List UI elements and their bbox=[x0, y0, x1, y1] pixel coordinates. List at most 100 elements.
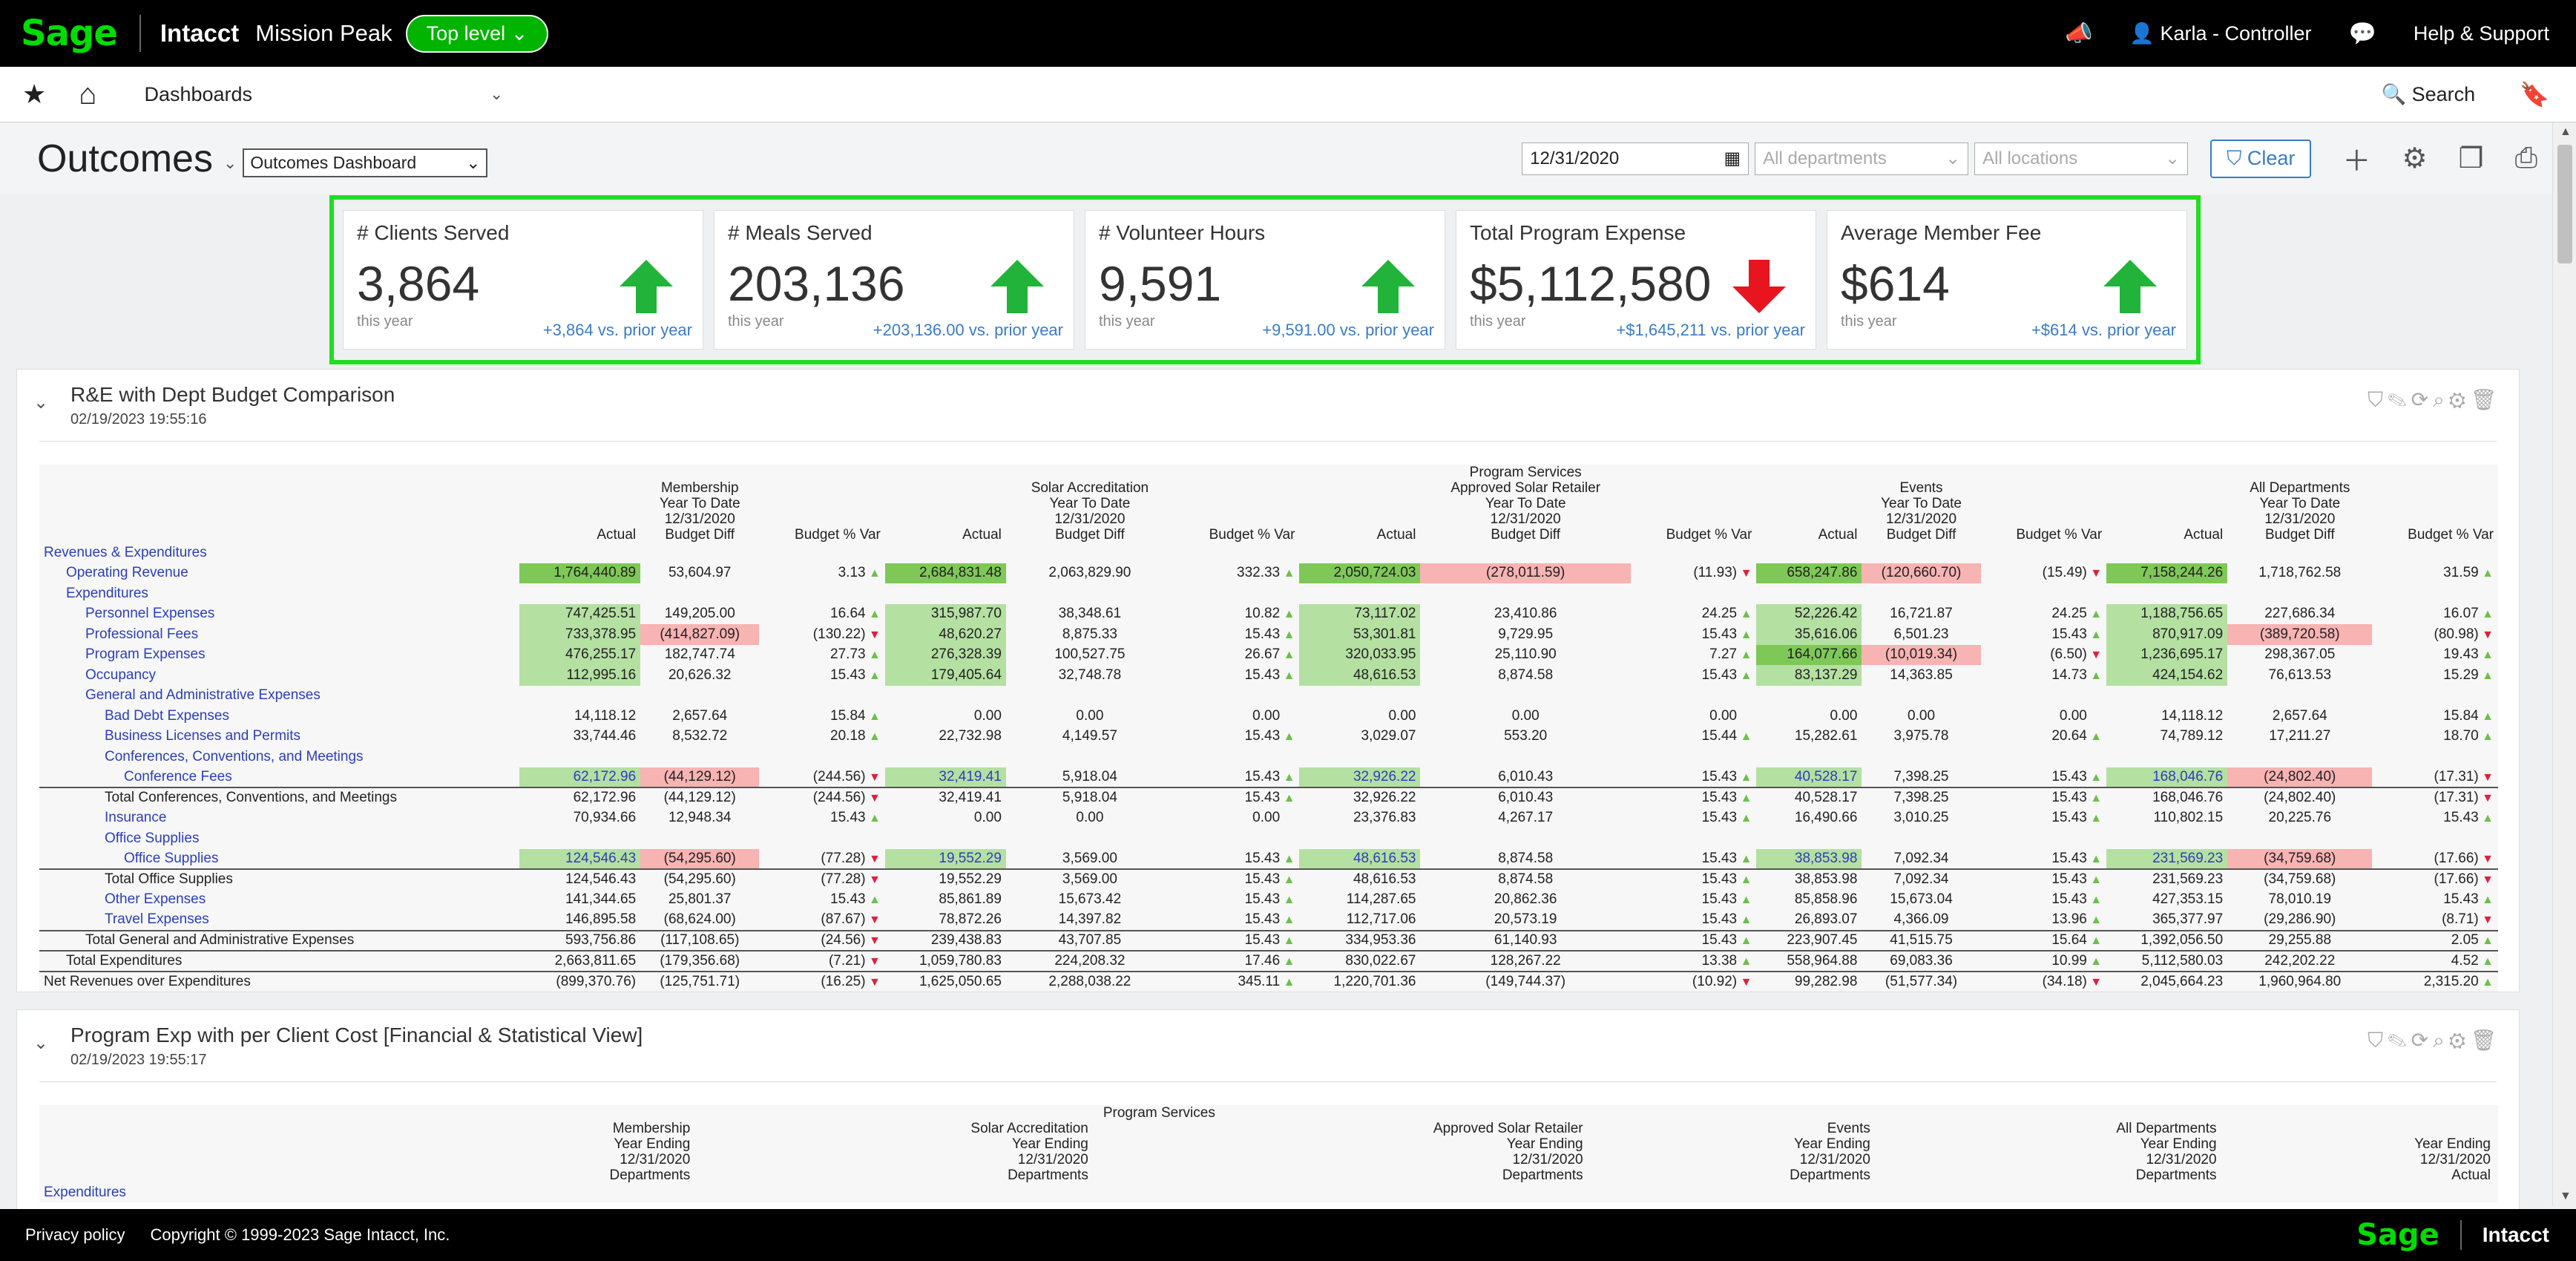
actual-cell[interactable] bbox=[1756, 686, 1862, 707]
row-label[interactable]: Total Conferences, Conventions, and Meet… bbox=[39, 787, 520, 808]
actual-cell[interactable]: 35,616.06 bbox=[1756, 624, 1862, 645]
budget-diff-cell[interactable]: 61,140.93 bbox=[1420, 929, 1631, 951]
actual-cell[interactable]: 231,569.23 bbox=[2106, 868, 2228, 890]
budget-diff-cell[interactable]: (10,019.34) bbox=[1862, 644, 1981, 665]
budget-diff-cell[interactable]: (51,577.34) bbox=[1862, 970, 1981, 992]
budget-diff-cell[interactable]: (44,129.12) bbox=[640, 787, 760, 808]
actual-cell[interactable]: 33,744.46 bbox=[519, 727, 640, 747]
row-label[interactable]: Operating Revenue bbox=[39, 563, 519, 584]
bookmark-icon[interactable]: 🔖 bbox=[2520, 80, 2549, 108]
budget-diff-cell[interactable] bbox=[1420, 828, 1630, 849]
actual-cell[interactable]: 26,893.07 bbox=[1756, 910, 1862, 931]
actual-cell[interactable]: 1,625,050.65 bbox=[884, 970, 1006, 992]
chevron-down-icon[interactable]: ⌄ bbox=[490, 85, 503, 104]
actual-cell[interactable]: 1,188,756.65 bbox=[2106, 603, 2228, 624]
actual-cell[interactable]: 70,934.66 bbox=[519, 808, 640, 829]
actual-cell[interactable]: 427,353.15 bbox=[2106, 890, 2227, 911]
actual-cell[interactable]: 74,789.12 bbox=[2106, 727, 2227, 747]
budget-diff-cell[interactable]: 20,573.19 bbox=[1420, 910, 1630, 931]
actual-cell[interactable]: 239,438.83 bbox=[884, 929, 1006, 951]
row-label[interactable]: Professional Fees bbox=[39, 624, 519, 645]
actual-cell[interactable] bbox=[1756, 583, 1862, 604]
kpi-card[interactable]: # Meals Served 203,136 this year +203,136.0… bbox=[714, 210, 1074, 350]
budget-diff-cell[interactable] bbox=[1006, 828, 1174, 849]
actual-cell[interactable]: 32,926.22 bbox=[1299, 787, 1421, 808]
privacy-policy-link[interactable]: Privacy policy bbox=[25, 1225, 125, 1245]
table-row[interactable]: Total General and Administrative Expense… bbox=[39, 929, 2498, 951]
scroll-up-icon[interactable]: ▲ bbox=[2560, 125, 2572, 139]
actual-cell[interactable] bbox=[2106, 543, 2227, 563]
table-row[interactable]: Net Revenues over Expenditures (899,370.7… bbox=[39, 970, 2498, 992]
budget-diff-cell[interactable]: 8,875.33 bbox=[1006, 624, 1174, 645]
actual-cell[interactable]: 168,046.76 bbox=[2106, 787, 2228, 808]
budget-diff-cell[interactable]: 25,110.90 bbox=[1420, 645, 1630, 666]
actual-cell[interactable]: 0.00 bbox=[885, 808, 1006, 829]
actual-cell[interactable]: 32,419.41 bbox=[884, 767, 1006, 787]
actual-cell[interactable]: 99,282.98 bbox=[1756, 970, 1862, 992]
actual-cell[interactable] bbox=[519, 747, 640, 767]
table-row[interactable]: Travel Expenses 146,895.58 (68,624.00) (87.… bbox=[39, 910, 2498, 931]
budget-diff-cell[interactable]: (34,759.68) bbox=[2227, 848, 2373, 869]
actual-cell[interactable]: 830,022.67 bbox=[1299, 950, 1421, 972]
actual-cell[interactable] bbox=[885, 686, 1006, 707]
actual-cell[interactable]: 48,616.53 bbox=[1299, 868, 1421, 890]
budget-diff-cell[interactable]: 4,366.09 bbox=[1862, 910, 1980, 931]
scroll-down-icon[interactable]: ▼ bbox=[2560, 1190, 2572, 1203]
actual-cell[interactable]: 14,118.12 bbox=[519, 706, 640, 727]
budget-diff-cell[interactable]: 0.00 bbox=[1420, 706, 1630, 727]
row-label[interactable]: Other Expenses bbox=[39, 890, 519, 911]
actual-cell[interactable]: 112,717.06 bbox=[1299, 910, 1420, 931]
budget-diff-cell[interactable] bbox=[2227, 747, 2372, 767]
actual-cell[interactable]: 32,419.41 bbox=[884, 787, 1006, 808]
budget-diff-cell[interactable]: (120,660.70) bbox=[1862, 563, 1981, 583]
row-label[interactable]: Total Expenditures bbox=[39, 950, 520, 972]
budget-diff-cell[interactable] bbox=[1420, 543, 1630, 563]
row-label[interactable]: Personnel Expenses bbox=[39, 604, 519, 625]
actual-cell[interactable] bbox=[1299, 583, 1420, 604]
budget-diff-cell[interactable] bbox=[1862, 747, 1980, 767]
refresh-icon[interactable]: ⟳ bbox=[2411, 388, 2433, 411]
actual-cell[interactable]: 124,546.43 bbox=[519, 848, 641, 869]
actual-cell[interactable]: 53,301.81 bbox=[1299, 624, 1421, 645]
kpi-card[interactable]: # Clients Served 3,864 this year +3,864 vs.… bbox=[343, 210, 703, 350]
page-scrollbar[interactable]: ▲ ▼ bbox=[2552, 122, 2576, 1206]
budget-diff-cell[interactable]: (389,720.58) bbox=[2227, 624, 2373, 645]
budget-diff-cell[interactable]: 2,288,038.22 bbox=[1005, 970, 1174, 992]
actual-cell[interactable]: 73,117.02 bbox=[1299, 603, 1421, 624]
budget-diff-cell[interactable] bbox=[1420, 583, 1630, 604]
budget-diff-cell[interactable] bbox=[640, 543, 759, 563]
trash-icon[interactable]: 🗑 bbox=[2470, 1029, 2501, 1052]
budget-diff-cell[interactable]: 8,874.58 bbox=[1420, 665, 1630, 686]
actual-cell[interactable]: 15,282.61 bbox=[1756, 727, 1862, 747]
actual-cell[interactable] bbox=[1756, 747, 1862, 767]
actual-cell[interactable]: 85,861.89 bbox=[885, 890, 1006, 911]
actual-cell[interactable]: 146,895.58 bbox=[519, 910, 640, 931]
actual-cell[interactable]: 733,378.95 bbox=[519, 624, 641, 645]
budget-diff-cell[interactable] bbox=[1420, 686, 1630, 707]
actual-cell[interactable]: 62,172.96 bbox=[519, 767, 641, 787]
table-row[interactable]: Expenditures bbox=[39, 583, 2498, 604]
star-icon[interactable]: ★ bbox=[22, 79, 46, 110]
collapse-chevron-icon[interactable]: ⌄ bbox=[33, 1032, 48, 1054]
actual-cell[interactable]: 0.00 bbox=[1299, 706, 1420, 727]
table-row[interactable]: Office Supplies bbox=[39, 828, 2498, 849]
budget-diff-cell[interactable] bbox=[1006, 543, 1174, 563]
chevron-down-icon[interactable]: ⌄ bbox=[223, 154, 237, 173]
budget-diff-cell[interactable]: 3,010.25 bbox=[1862, 808, 1980, 829]
table-row[interactable]: Total Conferences, Conventions, and Meet… bbox=[39, 787, 2498, 808]
budget-diff-cell[interactable]: 149,205.00 bbox=[640, 604, 759, 625]
locations-select[interactable]: All locations ⌄ bbox=[1974, 142, 2189, 175]
budget-diff-cell[interactable]: 3,975.78 bbox=[1862, 727, 1980, 747]
table-row[interactable]: Insurance 70,934.66 12,948.34 15.43 ▲ 0.00 0.… bbox=[39, 808, 2498, 829]
budget-diff-cell[interactable] bbox=[2227, 583, 2372, 604]
budget-diff-cell[interactable]: 43,707.85 bbox=[1005, 929, 1174, 951]
budget-diff-cell[interactable]: 15,673.04 bbox=[1862, 890, 1980, 911]
search-icon[interactable]: ⌕ bbox=[2433, 388, 2449, 411]
budget-diff-cell[interactable] bbox=[1420, 747, 1630, 767]
actual-cell[interactable]: 2,684,831.48 bbox=[884, 563, 1006, 583]
actual-cell[interactable]: 231,569.23 bbox=[2106, 848, 2228, 869]
budget-diff-cell[interactable]: (149,744.37) bbox=[1420, 970, 1631, 992]
scrollbar-thumb[interactable] bbox=[2557, 145, 2572, 263]
collapse-chevron-icon[interactable]: ⌄ bbox=[33, 392, 48, 413]
row-label[interactable]: Office Supplies bbox=[39, 849, 519, 870]
